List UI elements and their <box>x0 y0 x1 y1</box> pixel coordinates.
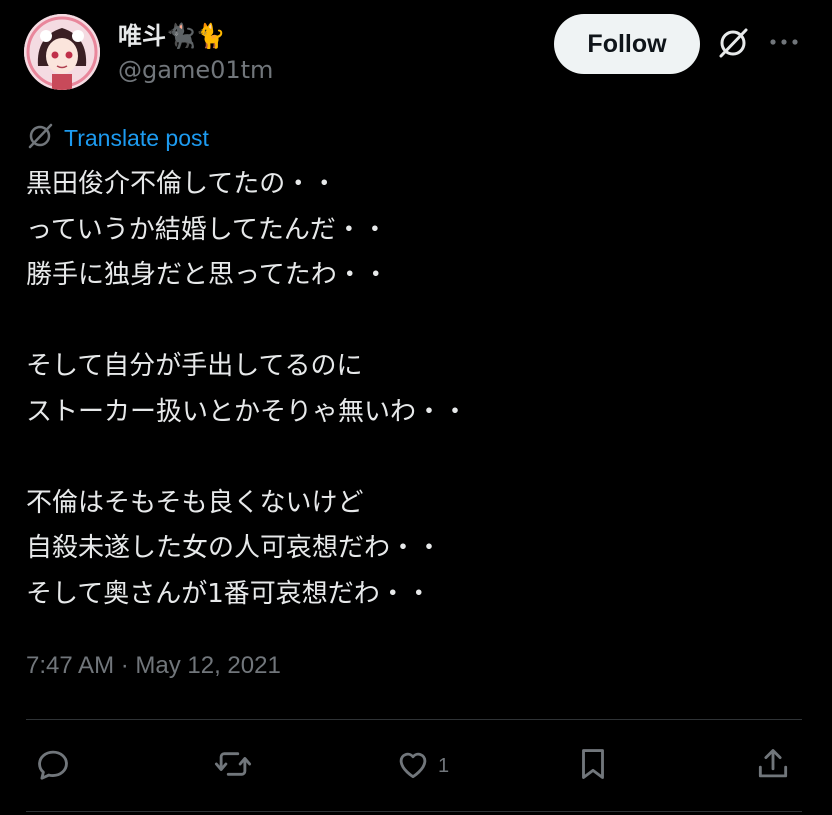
timestamp[interactable]: 7:47 AM · May 12, 2021 <box>26 652 281 680</box>
tweet-text: 黒田俊介不倫してたの・・ っていうか結婚してたんだ・・ 勝手に独身だと思ってたわ… <box>26 162 806 617</box>
retweet-icon <box>214 745 252 787</box>
avatar[interactable] <box>24 14 100 90</box>
reply-icon <box>34 745 72 787</box>
handle[interactable]: @game01tm <box>118 56 273 84</box>
translate-label[interactable]: Translate post <box>64 125 209 152</box>
tweet-line: 黒田俊介不倫してたの・・ <box>26 169 338 199</box>
tweet-line <box>26 435 806 481</box>
follow-button[interactable]: Follow <box>554 14 700 74</box>
divider <box>26 811 802 812</box>
like-icon <box>394 745 432 787</box>
more-icon[interactable] <box>768 30 800 54</box>
tweet-line: そして自分が手出してるのに <box>26 351 363 381</box>
bookmark-button[interactable] <box>574 744 612 788</box>
tweet-line: そして奥さんが1番可哀想だわ・・ <box>26 578 432 609</box>
tweet-line <box>26 299 806 345</box>
tweet-line: 自殺未遂した女の人可哀想だわ・・ <box>26 533 443 563</box>
like-button[interactable]: 1 <box>394 744 449 788</box>
bookmark-icon <box>574 745 612 787</box>
share-button[interactable] <box>754 744 792 788</box>
translate-link[interactable]: Translate post <box>26 122 209 154</box>
grok-icon[interactable] <box>716 26 750 60</box>
reply-button[interactable] <box>34 744 72 788</box>
tweet-line: 不倫はそもそも良くないけど <box>26 487 364 518</box>
divider <box>26 719 802 720</box>
display-name[interactable]: 唯斗🐈‍⬛🐈 <box>118 16 226 51</box>
tweet-line: っていうか結婚してたんだ・・ <box>26 214 388 245</box>
retweet-button[interactable] <box>214 744 252 788</box>
tweet-line: 勝手に独身だと思ってたわ・・ <box>26 260 389 290</box>
translate-icon <box>26 122 54 154</box>
tweet-line: ストーカー扱いとかそりゃ無いわ・・ <box>26 396 469 427</box>
like-count: 1 <box>438 754 450 777</box>
share-icon <box>754 745 792 787</box>
